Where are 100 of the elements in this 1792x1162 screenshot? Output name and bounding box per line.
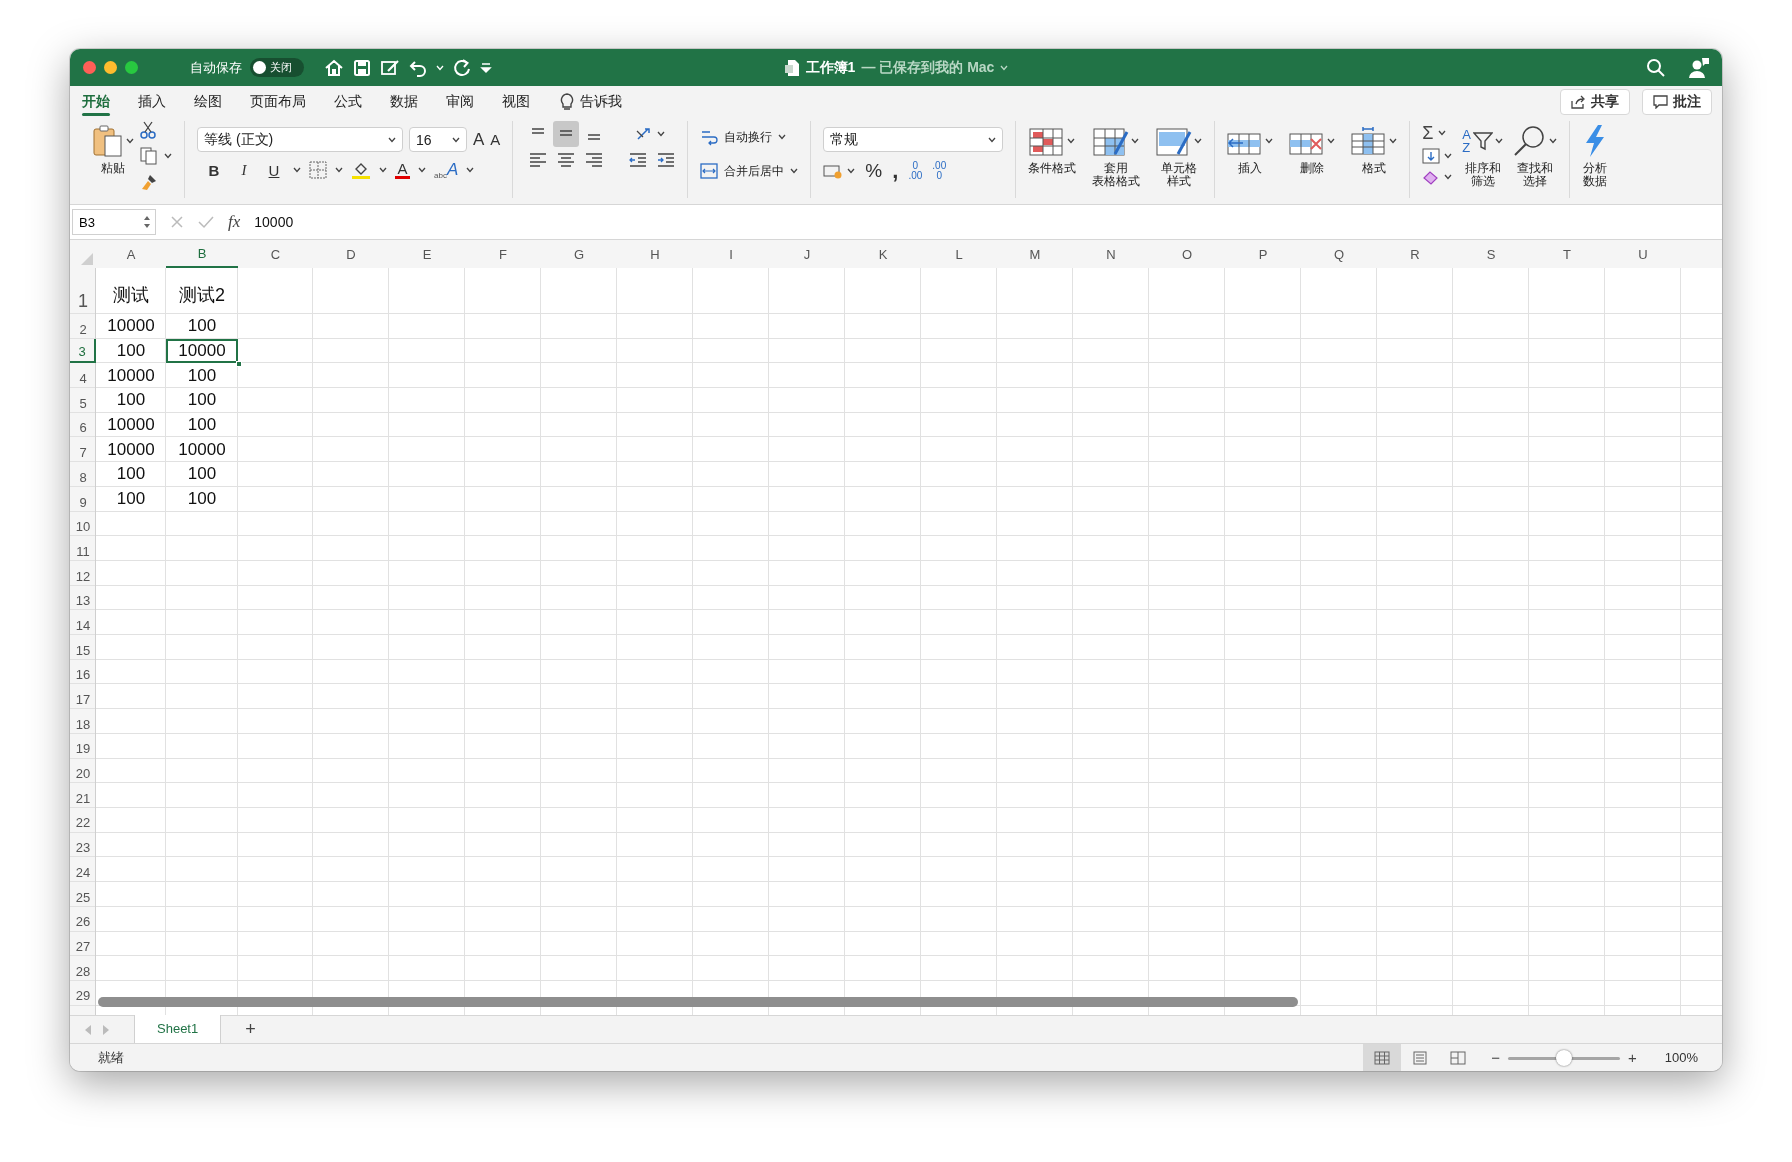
- align-center-icon[interactable]: [557, 151, 576, 167]
- add-sheet-button[interactable]: +: [245, 1019, 256, 1040]
- row-header[interactable]: 12: [70, 560, 96, 586]
- column-header[interactable]: R: [1377, 240, 1453, 268]
- caret-icon[interactable]: [1131, 138, 1140, 144]
- zoom-level[interactable]: 100%: [1664, 1050, 1698, 1065]
- wrap-text-button[interactable]: 自动换行: [700, 123, 799, 151]
- column-header[interactable]: J: [769, 240, 845, 268]
- merge-cells-icon[interactable]: [700, 163, 719, 179]
- zoom-out-button[interactable]: −: [1491, 1049, 1500, 1066]
- align-left-icon[interactable]: [529, 151, 548, 167]
- redo-icon[interactable]: [452, 57, 472, 78]
- analyze-data-button[interactable]: 分析 数据: [1582, 121, 1609, 188]
- ribbon-tab[interactable]: 页面布局: [250, 86, 320, 118]
- ribbon-tab[interactable]: 公式: [334, 86, 376, 118]
- row-header[interactable]: 5: [70, 388, 96, 413]
- increase-decimal-button[interactable]: 0 .00: [908, 161, 923, 181]
- caret-icon[interactable]: [1265, 138, 1274, 144]
- decrease-decimal-button[interactable]: .00 0: [932, 161, 947, 181]
- caret-icon[interactable]: [790, 168, 799, 174]
- italic-button[interactable]: I: [233, 161, 255, 179]
- comma-style-button[interactable]: ,: [892, 158, 899, 184]
- comment-icon[interactable]: [1653, 95, 1668, 109]
- format-painter-icon[interactable]: [140, 173, 158, 191]
- ribbon-tab[interactable]: 插入: [138, 86, 180, 118]
- column-header[interactable]: G: [541, 240, 617, 268]
- caret-icon[interactable]: [847, 168, 856, 174]
- share-icon[interactable]: [1571, 95, 1586, 109]
- fill-down-icon[interactable]: [1422, 148, 1441, 164]
- ribbon-tab[interactable]: 审阅: [446, 86, 488, 118]
- insert-button[interactable]: 插入: [1227, 121, 1274, 175]
- row-header[interactable]: 22: [70, 807, 96, 833]
- caret-icon[interactable]: [126, 138, 134, 144]
- column-header[interactable]: U: [1605, 240, 1681, 268]
- row-header[interactable]: 19: [70, 733, 96, 759]
- ribbon-tab[interactable]: 开始: [82, 86, 124, 118]
- row-header[interactable]: 17: [70, 684, 96, 709]
- row-header[interactable]: 28: [70, 955, 96, 981]
- comments-button[interactable]: 批注: [1642, 89, 1712, 115]
- home-icon[interactable]: [324, 57, 344, 78]
- row-header[interactable]: 6: [70, 412, 96, 438]
- caret-icon[interactable]: [466, 167, 475, 173]
- sort-filter-button[interactable]: A Z 排序和 筛选: [1462, 121, 1504, 188]
- ribbon-tab[interactable]: 绘图: [194, 86, 236, 118]
- window-zoom-button[interactable]: [125, 61, 138, 74]
- format-table-button[interactable]: 套用 表格格式: [1092, 121, 1141, 188]
- caret-icon[interactable]: [1389, 138, 1398, 144]
- caret-icon[interactable]: [164, 153, 172, 159]
- row-header[interactable]: 21: [70, 783, 96, 808]
- caret-icon[interactable]: [293, 167, 301, 173]
- row-header[interactable]: 4: [70, 363, 96, 389]
- column-header[interactable]: E: [389, 240, 465, 268]
- decrease-indent-icon[interactable]: [629, 151, 648, 167]
- caret-icon[interactable]: [657, 131, 666, 137]
- column-header[interactable]: P: [1225, 240, 1301, 268]
- window-minimize-button[interactable]: [104, 61, 117, 74]
- caret-icon[interactable]: [1444, 153, 1453, 159]
- account-icon[interactable]: [1688, 56, 1710, 79]
- increase-indent-icon[interactable]: [657, 151, 676, 167]
- increase-font-button[interactable]: A: [473, 129, 485, 150]
- row-header[interactable]: 27: [70, 931, 96, 956]
- save-icon[interactable]: [352, 57, 372, 78]
- font-color-button[interactable]: A: [395, 161, 410, 179]
- underline-button[interactable]: U: [263, 161, 285, 179]
- caret-icon[interactable]: [379, 167, 387, 173]
- caret-icon[interactable]: [1549, 138, 1558, 144]
- caret-icon[interactable]: [988, 136, 997, 143]
- row-header[interactable]: 23: [70, 832, 96, 858]
- caret-icon[interactable]: [1444, 174, 1453, 180]
- caret-icon[interactable]: [335, 167, 343, 173]
- caret-icon[interactable]: [1437, 130, 1446, 136]
- caret-icon[interactable]: [388, 136, 396, 143]
- row-header[interactable]: 18: [70, 709, 96, 734]
- row-header[interactable]: 26: [70, 906, 96, 932]
- caret-icon[interactable]: [1194, 138, 1203, 144]
- number-format-dropdown[interactable]: 常规: [823, 127, 1004, 152]
- row-header[interactable]: 16: [70, 659, 96, 685]
- conditional-format-button[interactable]: 条件格式: [1028, 121, 1077, 175]
- customize-icon[interactable]: [480, 61, 492, 74]
- search-icon[interactable]: [1646, 57, 1666, 78]
- caret-icon[interactable]: [778, 134, 787, 140]
- pen-sheet-icon[interactable]: [380, 57, 400, 78]
- zoom-slider[interactable]: [1508, 1049, 1620, 1066]
- caret-icon[interactable]: [1327, 138, 1336, 144]
- tell-me-field[interactable]: 告诉我: [580, 93, 622, 111]
- font-name-dropdown[interactable]: 等线 (正文): [197, 127, 403, 152]
- row-header[interactable]: 14: [70, 610, 96, 635]
- row-header[interactable]: 29: [70, 980, 96, 1006]
- column-header[interactable]: L: [921, 240, 997, 268]
- row-header[interactable]: 3: [70, 338, 96, 364]
- column-header[interactable]: A: [96, 240, 166, 268]
- row-header[interactable]: 13: [70, 585, 96, 611]
- sheet-tab[interactable]: Sheet1: [134, 1014, 222, 1043]
- copy-icon[interactable]: [140, 147, 158, 165]
- column-header[interactable]: T: [1529, 240, 1605, 268]
- column-header[interactable]: F: [465, 240, 541, 268]
- bold-button[interactable]: B: [203, 161, 225, 179]
- ribbon-tab[interactable]: 视图: [502, 86, 544, 118]
- font-size-dropdown[interactable]: 16: [409, 127, 467, 152]
- scissors-icon[interactable]: [140, 121, 156, 139]
